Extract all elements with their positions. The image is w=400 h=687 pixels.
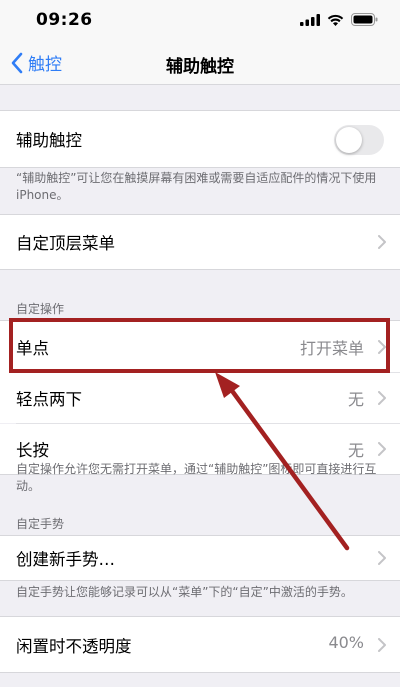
create-gesture-label: 创建新手势… [16,550,115,569]
highlight-box [9,318,390,373]
double-tap-value: 无 [347,390,364,409]
customize-top-menu-row[interactable]: 自定顶层菜单 [0,214,400,270]
idle-opacity-value: 40% [328,633,364,652]
custom-actions-description: 自定操作允许您无需打开菜单，通过“辅助触控”图标即可直接进行互动。 [16,462,377,493]
action-row-double-tap[interactable]: 轻点两下 无 [0,373,400,423]
assistive-touch-row: 辅助触控 [0,110,400,168]
customize-top-menu-label: 自定顶层菜单 [16,234,115,253]
page-title: 辅助触控 [166,57,234,77]
chevron-right-icon [378,638,386,652]
wifi-icon [327,14,344,26]
status-time: 09:26 [36,10,93,30]
navigation-bar: 触控 辅助触控 [0,44,400,85]
chevron-right-icon [378,442,386,456]
battery-icon [351,13,378,26]
custom-actions-header: 自定操作 [16,302,65,316]
chevron-right-icon [378,551,386,565]
toggle-knob [336,127,362,153]
idle-opacity-label: 闲置时不透明度 [16,637,132,656]
chevron-right-icon [378,235,386,249]
create-gesture-row[interactable]: 创建新手势… [0,535,400,581]
assistive-touch-toggle[interactable] [334,125,384,155]
status-icons [300,13,378,26]
custom-gestures-description: 自定手势让您能够记录可以从“菜单”下的“自定”中激活的手势。 [16,585,353,599]
assistive-touch-label: 辅助触控 [16,131,82,150]
status-bar: 09:26 [0,0,400,44]
long-press-label: 长按 [16,441,49,460]
assistive-touch-description: “辅助触控”可让您在触摸屏幕有困难或需要自适应配件的情况下使用iPhone。 [16,171,377,202]
chevron-right-icon [378,391,386,405]
idle-opacity-row[interactable]: 闲置时不透明度 40% [0,616,400,673]
custom-gestures-header: 自定手势 [16,517,65,531]
double-tap-label: 轻点两下 [16,390,82,409]
cellular-signal-icon [300,13,320,26]
long-press-value: 无 [347,441,364,460]
